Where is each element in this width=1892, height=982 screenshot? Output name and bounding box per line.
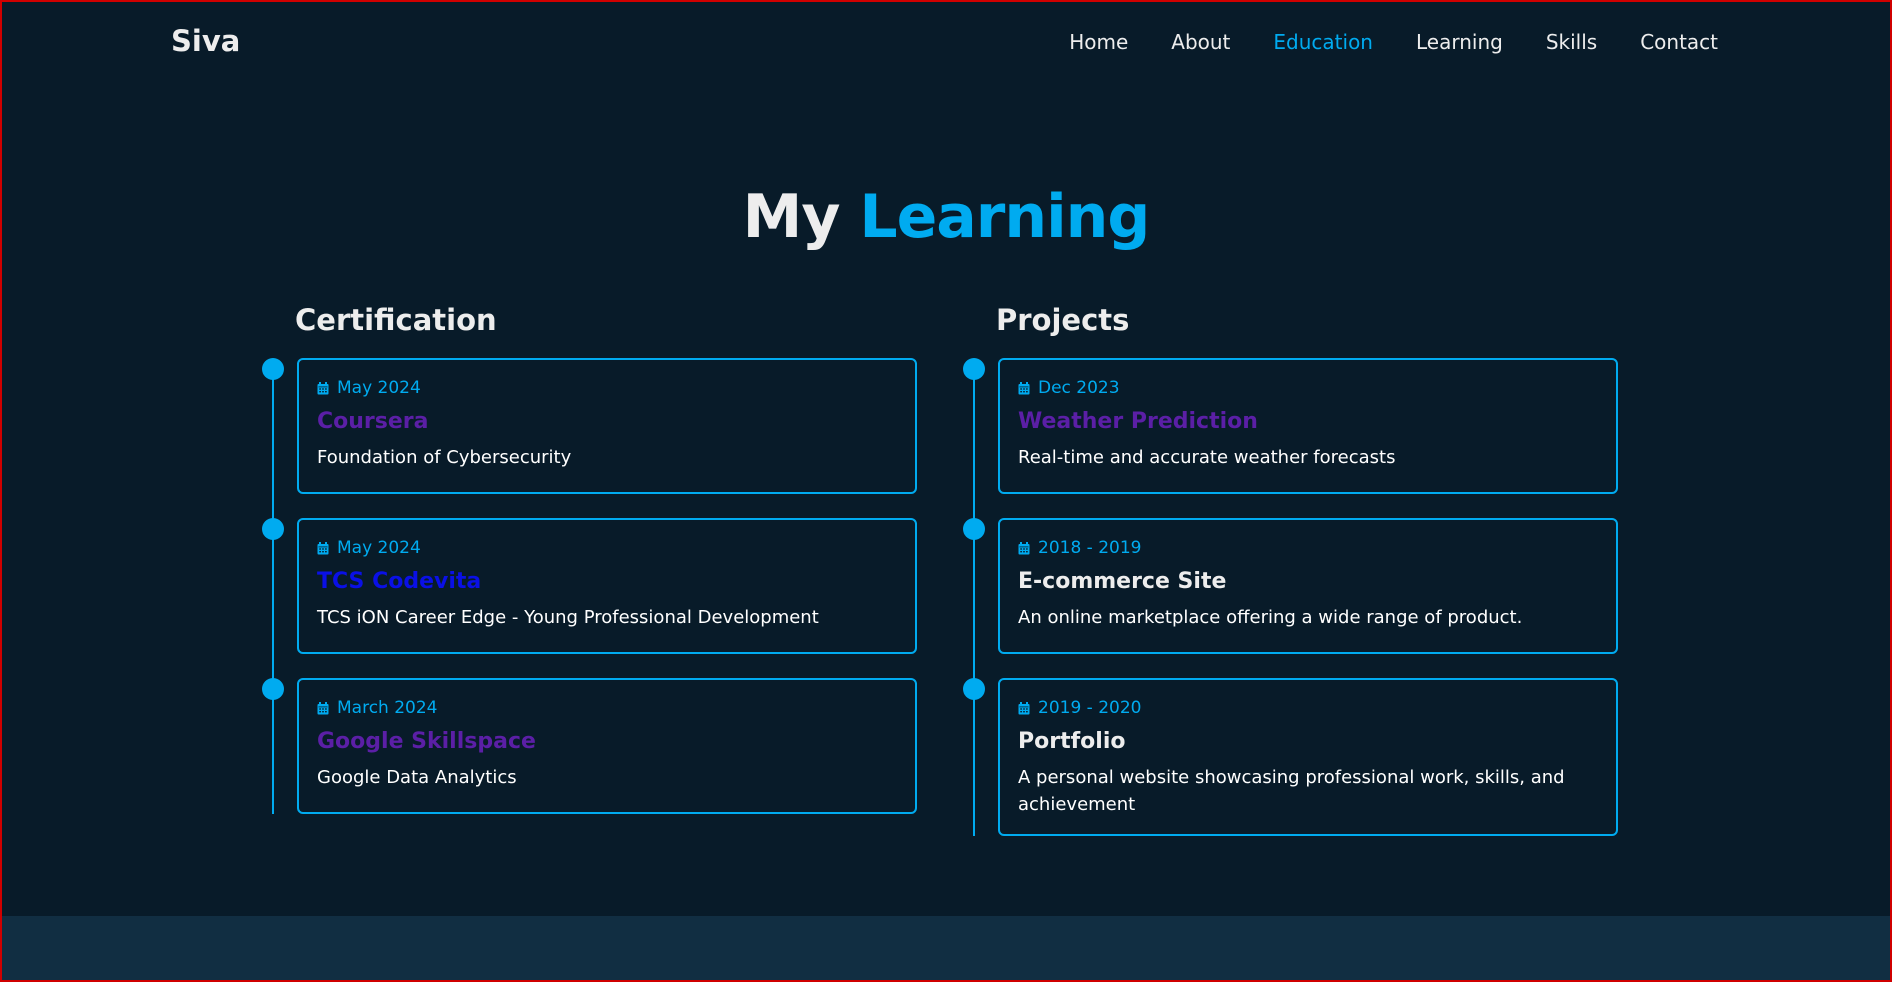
nav-skills[interactable]: Skills <box>1546 30 1597 54</box>
card-date-text: 2018 - 2019 <box>1038 538 1142 558</box>
card-title: Weather Prediction <box>1018 409 1258 434</box>
logo[interactable]: Siva <box>171 24 240 58</box>
certification-card: May 2024 TCS Codevita TCS iON Career Edg… <box>297 518 917 654</box>
card-date: 2018 - 2019 <box>1018 536 1598 560</box>
projects-column: Projects Dec 2023 Weather Prediction Rea… <box>961 300 1618 836</box>
card-title: Coursera <box>317 409 429 434</box>
card-title: TCS Codevita <box>317 569 482 594</box>
timeline-item: 2019 - 2020 Portfolio A personal website… <box>961 678 1618 836</box>
timeline-item: March 2024 Google Skillspace Google Data… <box>260 678 917 814</box>
card-date-text: March 2024 <box>337 698 438 718</box>
nav-contact[interactable]: Contact <box>1640 30 1718 54</box>
timeline-dot <box>963 358 985 380</box>
nav-education[interactable]: Education <box>1273 30 1373 54</box>
page-title-accent: Learning <box>859 182 1150 252</box>
page-title: My Learning <box>2 182 1890 252</box>
calendar-icon <box>317 382 329 395</box>
timeline-dot <box>262 358 284 380</box>
certification-heading: Certification <box>295 303 497 337</box>
card-title: Portfolio <box>1018 729 1126 754</box>
timeline-dot <box>963 518 985 540</box>
timeline-item: Dec 2023 Weather Prediction Real-time an… <box>961 358 1618 494</box>
card-title: E-commerce Site <box>1018 569 1227 594</box>
projects-heading: Projects <box>996 303 1130 337</box>
timeline-dot <box>262 518 284 540</box>
card-description: TCS iON Career Edge - Young Professional… <box>317 607 819 628</box>
card-date: May 2024 <box>317 536 897 560</box>
timeline-dot <box>963 678 985 700</box>
certification-card: May 2024 Coursera Foundation of Cybersec… <box>297 358 917 494</box>
card-description: Real-time and accurate weather forecasts <box>1018 447 1396 468</box>
project-card: Dec 2023 Weather Prediction Real-time an… <box>998 358 1618 494</box>
card-date-text: Dec 2023 <box>1038 378 1120 398</box>
timeline-item: May 2024 Coursera Foundation of Cybersec… <box>260 358 917 494</box>
card-date: Dec 2023 <box>1018 376 1598 400</box>
card-title: Google Skillspace <box>317 729 536 754</box>
nav-home[interactable]: Home <box>1069 30 1128 54</box>
footer-band <box>2 916 1890 980</box>
card-date-text: May 2024 <box>337 378 421 398</box>
card-date: 2019 - 2020 <box>1018 696 1598 720</box>
calendar-icon <box>1018 382 1030 395</box>
card-date: May 2024 <box>317 376 897 400</box>
project-card: 2019 - 2020 Portfolio A personal website… <box>998 678 1618 836</box>
calendar-icon <box>317 702 329 715</box>
timeline-dot <box>262 678 284 700</box>
card-description: An online marketplace offering a wide ra… <box>1018 607 1523 628</box>
card-description: A personal website showcasing profession… <box>1018 767 1565 815</box>
timeline-item: 2018 - 2019 E-commerce Site An online ma… <box>961 518 1618 654</box>
calendar-icon <box>1018 542 1030 555</box>
nav-menu: Home About Education Learning Skills Con… <box>1069 30 1718 54</box>
calendar-icon <box>1018 702 1030 715</box>
calendar-icon <box>317 542 329 555</box>
page-title-prefix: My <box>742 182 841 252</box>
card-date-text: May 2024 <box>337 538 421 558</box>
page: Siva Home About Education Learning Skill… <box>0 0 1892 982</box>
certification-column: Certification May 2024 Coursera Foundati… <box>260 300 917 814</box>
certification-card: March 2024 Google Skillspace Google Data… <box>297 678 917 814</box>
project-card: 2018 - 2019 E-commerce Site An online ma… <box>998 518 1618 654</box>
projects-timeline: Dec 2023 Weather Prediction Real-time an… <box>961 358 1618 836</box>
card-date-text: 2019 - 2020 <box>1038 698 1142 718</box>
card-date: March 2024 <box>317 696 897 720</box>
timeline-item: May 2024 TCS Codevita TCS iON Career Edg… <box>260 518 917 654</box>
certification-timeline: May 2024 Coursera Foundation of Cybersec… <box>260 358 917 814</box>
nav-about[interactable]: About <box>1171 30 1230 54</box>
card-description: Google Data Analytics <box>317 767 517 788</box>
nav-learning[interactable]: Learning <box>1416 30 1503 54</box>
card-description: Foundation of Cybersecurity <box>317 447 572 468</box>
header: Siva Home About Education Learning Skill… <box>2 2 1890 86</box>
